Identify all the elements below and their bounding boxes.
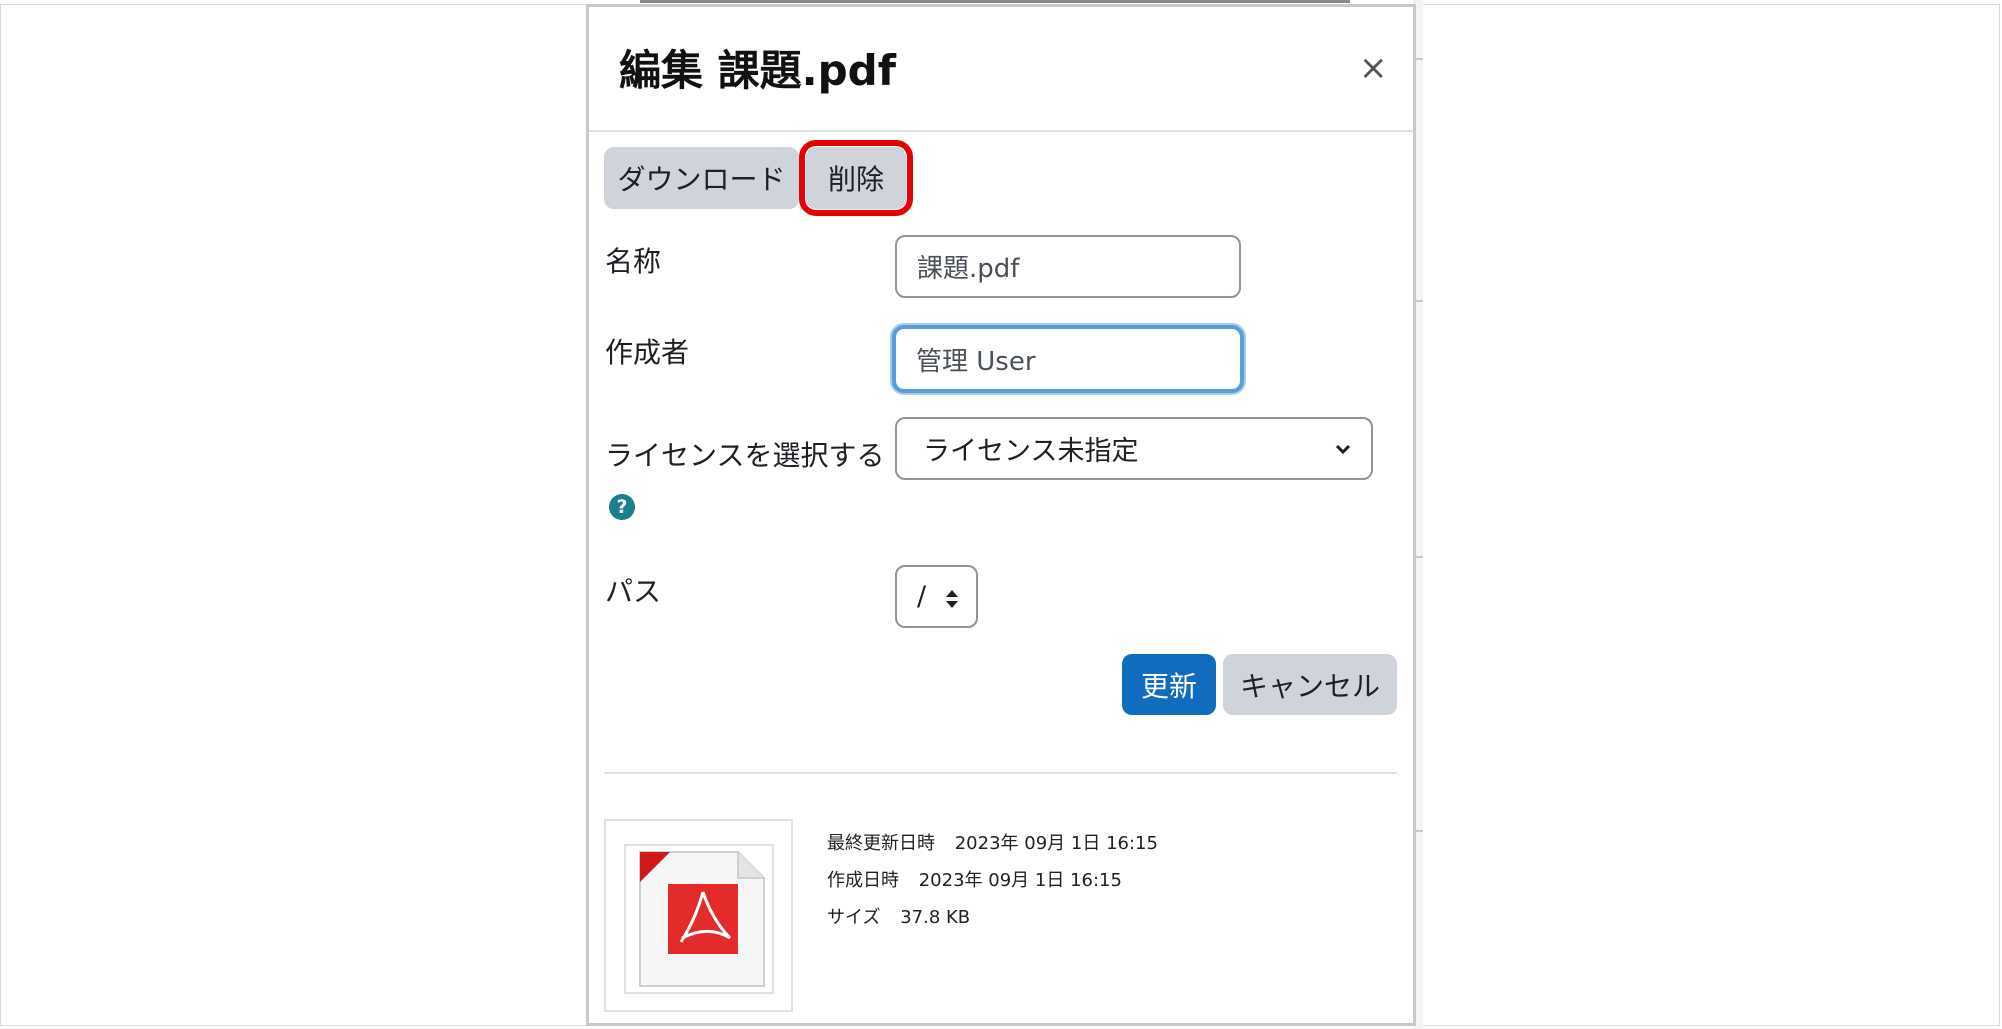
header-divider	[589, 130, 1413, 132]
file-thumbnail	[604, 819, 793, 1012]
created-label: 作成日時	[827, 870, 899, 891]
modified-row: 最終更新日時 2023年 09月 1日 16:15	[827, 829, 1158, 855]
dialog-title: 編集 課題.pdf	[619, 46, 896, 95]
license-select-value: ライセンス未指定	[923, 436, 1139, 467]
path-select-value: /	[917, 581, 927, 612]
created-value: 2023年 09月 1日 16:15	[918, 870, 1122, 891]
update-button[interactable]: 更新	[1122, 654, 1216, 715]
background-top-bar	[640, 0, 1350, 3]
modified-label: 最終更新日時	[827, 833, 935, 854]
help-icon[interactable]: ?	[609, 494, 635, 520]
section-divider	[604, 772, 1397, 774]
cancel-button[interactable]: キャンセル	[1223, 654, 1397, 715]
license-label: ライセンスを選択する	[605, 439, 885, 472]
download-button[interactable]: ダウンロード	[604, 147, 799, 209]
license-select[interactable]: ライセンス未指定	[895, 417, 1373, 480]
name-label: 名称	[605, 245, 662, 278]
pdf-file-icon	[639, 851, 765, 987]
sort-arrows-icon	[946, 590, 958, 608]
modified-value: 2023年 09月 1日 16:15	[954, 833, 1158, 854]
created-row: 作成日時 2023年 09月 1日 16:15	[827, 866, 1122, 892]
size-label: サイズ	[827, 907, 881, 928]
name-field[interactable]	[895, 235, 1241, 298]
delete-button[interactable]: 削除	[799, 140, 913, 216]
path-label: パス	[605, 575, 662, 608]
size-row: サイズ 37.8 KB	[827, 903, 970, 929]
edit-file-dialog: 編集 課題.pdf × ダウンロード 削除 名称 作成者 ライセンスを選択する …	[586, 4, 1416, 1026]
author-field[interactable]	[892, 325, 1244, 393]
chevron-down-icon	[1335, 444, 1351, 455]
close-icon[interactable]: ×	[1359, 51, 1388, 85]
path-select[interactable]: /	[895, 565, 978, 628]
author-label: 作成者	[605, 336, 690, 369]
size-value: 37.8 KB	[900, 907, 971, 928]
thumbnail-frame	[624, 844, 774, 994]
